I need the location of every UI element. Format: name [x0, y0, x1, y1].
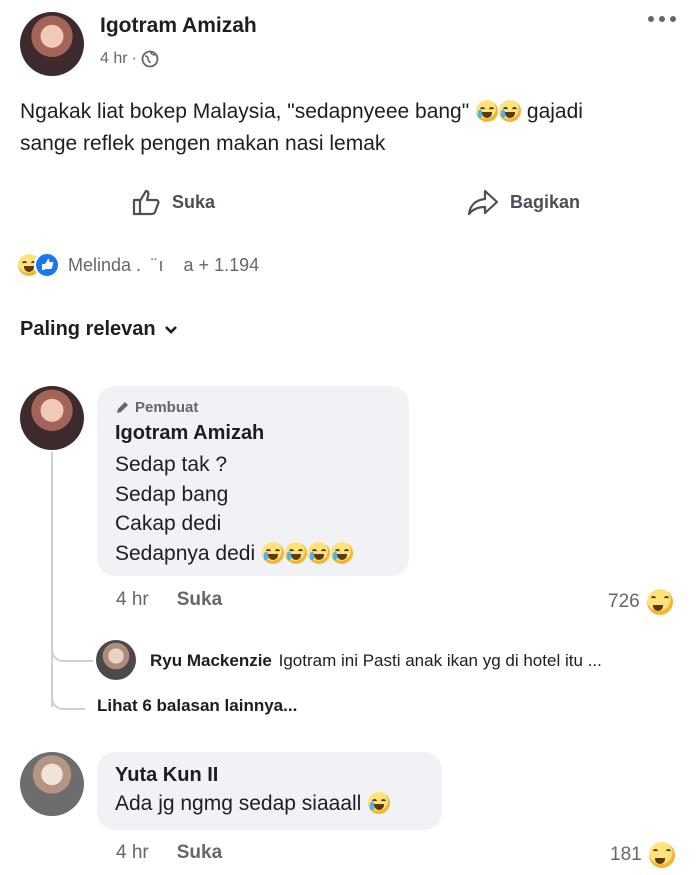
comment-author-name[interactable]: Igotram Amizah	[115, 422, 264, 445]
globe-icon	[141, 50, 159, 68]
comment-sort-dropdown[interactable]: Paling relevan	[20, 318, 178, 341]
comment-reaction-count[interactable]: 181	[610, 842, 675, 868]
comment-like-button[interactable]: Suka	[177, 842, 222, 863]
crying-laughing-emoji-icon	[368, 792, 391, 814]
post-author-avatar[interactable]	[20, 12, 84, 76]
crying-laughing-emoji-icon	[284, 541, 307, 564]
share-button[interactable]: Bagikan	[466, 186, 580, 218]
comment-author-name[interactable]: Yuta Kun II	[115, 764, 218, 787]
post-author-name[interactable]: Igotram Amizah	[100, 14, 257, 38]
view-more-replies-link[interactable]: Lihat 6 balasan lainnya...	[97, 696, 297, 716]
chevron-down-icon	[164, 325, 177, 334]
post-time[interactable]: 4 hr	[100, 50, 128, 68]
share-arrow-icon	[467, 189, 499, 216]
crying-laughing-emoji-icon	[476, 100, 499, 122]
like-button[interactable]: Suka	[130, 186, 215, 218]
thread-line	[51, 452, 53, 707]
reply-preview[interactable]: Ryu Mackenzie Igotram ini Pasti anak ika…	[150, 651, 602, 671]
thread-branch	[51, 640, 93, 662]
share-label: Bagikan	[510, 191, 581, 212]
reply-author-avatar[interactable]	[96, 640, 136, 680]
comment-meta: 4 hr Suka	[116, 842, 222, 864]
crying-laughing-emoji-icon	[261, 541, 284, 564]
reply-text: Igotram ini Pasti anak ikan yg di hotel …	[278, 651, 602, 670]
comment-line: Cakap dedi	[115, 512, 222, 535]
reaction-count: 181	[610, 844, 642, 865]
post-text-line1-end: gajadi	[526, 100, 583, 123]
crying-laughing-emoji-icon	[499, 100, 522, 122]
reaction-count: 726	[608, 591, 640, 612]
comment-bubble: Pembuat Igotram Amizah Sedap tak ? Sedap…	[97, 386, 409, 576]
reply-author-name[interactable]: Ryu Mackenzie	[150, 651, 272, 670]
pencil-icon	[117, 402, 128, 413]
like-label: Suka	[172, 191, 216, 212]
comment-like-button[interactable]: Suka	[177, 589, 222, 610]
more-dots-icon[interactable]	[648, 16, 676, 22]
comment-author-avatar[interactable]	[20, 752, 84, 816]
comment-time[interactable]: 4 hr	[116, 589, 149, 610]
thumbs-up-icon	[132, 189, 160, 216]
comment-meta: 4 hr Suka	[116, 589, 222, 611]
comment-text: Ada jg ngmg sedap siaaall	[115, 792, 391, 816]
comment-line: Sedap bang	[115, 482, 229, 506]
haha-reaction-icon	[646, 589, 673, 615]
reaction-names: Melinda . ¨ ı a + 1.194	[68, 254, 260, 275]
comment-bubble: Yuta Kun II Ada jg ngmg sedap siaaall	[97, 752, 442, 830]
comment-time[interactable]: 4 hr	[116, 842, 149, 863]
thread-branch	[51, 688, 85, 710]
post-text: Ngakak liat bokep Malaysia, "sedapnyeee …	[20, 96, 690, 160]
comment-line: Sedap tak ?	[115, 453, 228, 476]
reactions-summary[interactable]: Melinda . ¨ ı a + 1.194	[18, 252, 259, 278]
comment-author-avatar[interactable]	[20, 386, 84, 450]
author-badge: Pembuat	[115, 399, 198, 416]
post-text-line1: Ngakak liat bokep Malaysia, "sedapnyeee …	[20, 100, 470, 123]
haha-reaction-icon	[648, 842, 675, 868]
sort-label: Paling relevan	[20, 318, 156, 340]
comment-reaction-count[interactable]: 726	[608, 589, 673, 615]
post-text-line2: sange reflek pengen makan nasi lemak	[20, 132, 386, 155]
like-reaction-icon	[34, 252, 60, 278]
comment-line: Sedapnya dedi	[115, 539, 353, 569]
crying-laughing-emoji-icon	[307, 541, 330, 564]
comment-text: Sedap tak ? Sedap bang Cakap dedi Sedapn…	[115, 450, 353, 568]
meta-separator: ·	[131, 50, 137, 67]
post-meta: 4 hr ·	[100, 50, 159, 68]
badge-label: Pembuat	[135, 399, 199, 416]
crying-laughing-emoji-icon	[330, 541, 353, 564]
